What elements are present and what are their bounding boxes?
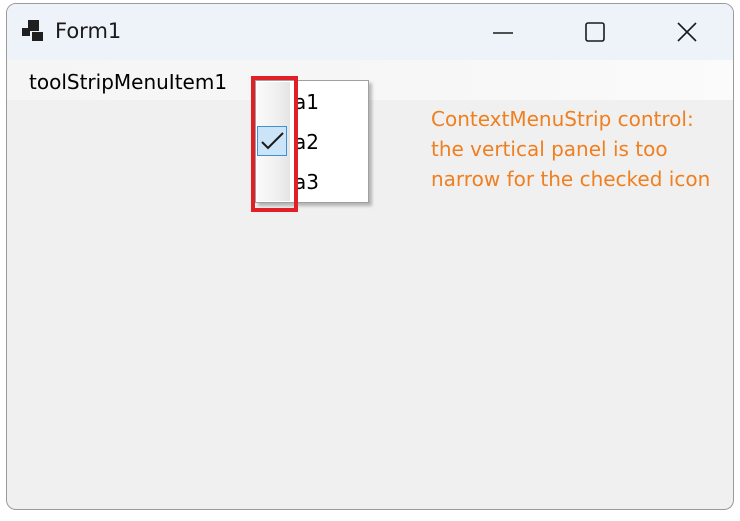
highlight-box <box>251 76 298 212</box>
minimize-button[interactable] <box>457 4 549 60</box>
menu-item-toolstripmenuitem1[interactable]: toolStripMenuItem1 <box>29 70 227 94</box>
title-bar[interactable]: Form1 <box>7 4 733 60</box>
close-button[interactable] <box>641 4 733 60</box>
maximize-icon <box>585 22 605 42</box>
annotation-note: ContextMenuStrip control: the vertical p… <box>431 107 711 191</box>
app-window-icon <box>22 20 43 41</box>
form-window: Form1 toolStripMenuItem1 a1 a2 a3 Contex… <box>6 3 734 510</box>
minimize-icon <box>493 32 513 34</box>
window-title: Form1 <box>55 19 122 43</box>
menu-strip: toolStripMenuItem1 <box>7 60 733 100</box>
close-icon <box>677 22 697 42</box>
maximize-button[interactable] <box>549 4 641 60</box>
